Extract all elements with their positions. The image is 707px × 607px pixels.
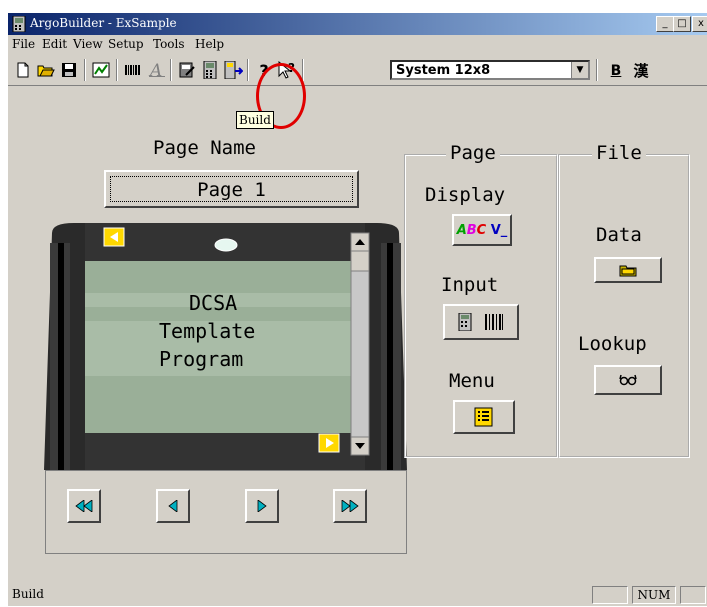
folder-icon: [619, 265, 637, 277]
abc-icon: ABC V_: [456, 222, 508, 238]
bold-button[interactable]: B: [604, 60, 628, 82]
status-pane-empty: [592, 586, 628, 604]
menu-bar: File Edit View Setup Tools Help: [8, 35, 707, 53]
new-file-icon[interactable]: [12, 59, 34, 81]
menu-label: Menu: [449, 370, 495, 392]
menu-file[interactable]: File: [12, 37, 35, 51]
font-select[interactable]: System 12x8 ▼: [390, 60, 590, 80]
screen-line-3: Program: [159, 347, 244, 371]
page-group-title: Page: [446, 142, 500, 164]
kanji-button[interactable]: 漢: [630, 60, 652, 82]
device-preview: DCSA Template Program: [44, 223, 407, 470]
page-name-button[interactable]: Page 1: [104, 170, 359, 208]
glasses-icon: [619, 374, 637, 386]
chart-icon[interactable]: [90, 59, 112, 81]
status-pane-empty: [680, 586, 706, 604]
keypad-icon: [458, 313, 472, 331]
data-label: Data: [596, 224, 642, 246]
app-icon: [12, 16, 26, 32]
font-select-value: System 12x8: [396, 63, 491, 78]
menu-setup[interactable]: Setup: [108, 37, 144, 51]
page-name-label: Page Name: [153, 137, 256, 159]
save-icon[interactable]: [58, 59, 80, 81]
build-tooltip: Build: [236, 111, 274, 129]
file-group: File Data Lookup: [558, 142, 690, 458]
screen-line-1: DCSA: [189, 291, 238, 315]
lookup-label: Lookup: [578, 333, 647, 355]
menu-help[interactable]: Help: [195, 37, 224, 51]
toolbar-separator: [116, 59, 118, 81]
menu-tools[interactable]: Tools: [153, 37, 185, 51]
display-button[interactable]: ABC V_: [452, 214, 512, 246]
status-text: Build: [12, 587, 44, 601]
data-button[interactable]: [594, 257, 662, 283]
menu-list-icon: [474, 407, 493, 427]
next-icon: [257, 500, 267, 512]
lookup-button[interactable]: [594, 365, 662, 395]
text-style-icon[interactable]: A: [146, 59, 168, 81]
display-label: Display: [425, 184, 506, 206]
first-page-button[interactable]: [67, 489, 101, 523]
menu-edit[interactable]: Edit: [42, 37, 67, 51]
download-icon[interactable]: [222, 59, 244, 81]
menu-button[interactable]: [453, 400, 515, 434]
page-name-value: Page 1: [110, 176, 353, 202]
toolbar-separator: [302, 59, 304, 81]
input-label: Input: [441, 274, 499, 296]
window-title: ArgoBuilder - ExSample: [30, 16, 177, 30]
rewind-icon: [75, 500, 93, 512]
title-bar: ArgoBuilder - ExSample _ □ x: [8, 13, 707, 35]
toolbar-separator: [84, 59, 86, 81]
file-group-title: File: [592, 142, 646, 164]
page-group: Page Display ABC V_ Input Menu: [404, 142, 558, 458]
menu-view[interactable]: View: [73, 37, 103, 51]
status-bar: Build NUM: [8, 583, 707, 607]
edit-page-icon[interactable]: [176, 59, 198, 81]
toolbar-separator: [170, 59, 172, 81]
input-button[interactable]: [443, 304, 519, 340]
maximize-button[interactable]: □: [673, 16, 691, 32]
num-lock-indicator: NUM: [632, 586, 676, 604]
screen-line-2: Template: [159, 319, 256, 343]
toolbar-separator: [596, 59, 598, 81]
next-page-button[interactable]: [245, 489, 279, 523]
close-button[interactable]: x: [692, 16, 707, 32]
barcode-icon[interactable]: [122, 59, 144, 81]
navigation-panel: [45, 470, 407, 554]
previous-page-button[interactable]: [156, 489, 190, 523]
last-page-button[interactable]: [333, 489, 367, 523]
toolbar: A ? ? System 12x8 ▼ B 漢: [8, 55, 707, 86]
barcode-icon: [485, 314, 503, 330]
toolbar-separator: [247, 59, 249, 81]
previous-icon: [168, 500, 178, 512]
minimize-button[interactable]: _: [656, 16, 674, 32]
open-folder-icon[interactable]: [35, 59, 57, 81]
build-icon[interactable]: [199, 59, 221, 81]
fast-forward-icon: [341, 500, 359, 512]
app-window: ArgoBuilder - ExSample _ □ x File Edit V…: [7, 12, 707, 606]
chevron-down-icon[interactable]: ▼: [571, 62, 588, 78]
